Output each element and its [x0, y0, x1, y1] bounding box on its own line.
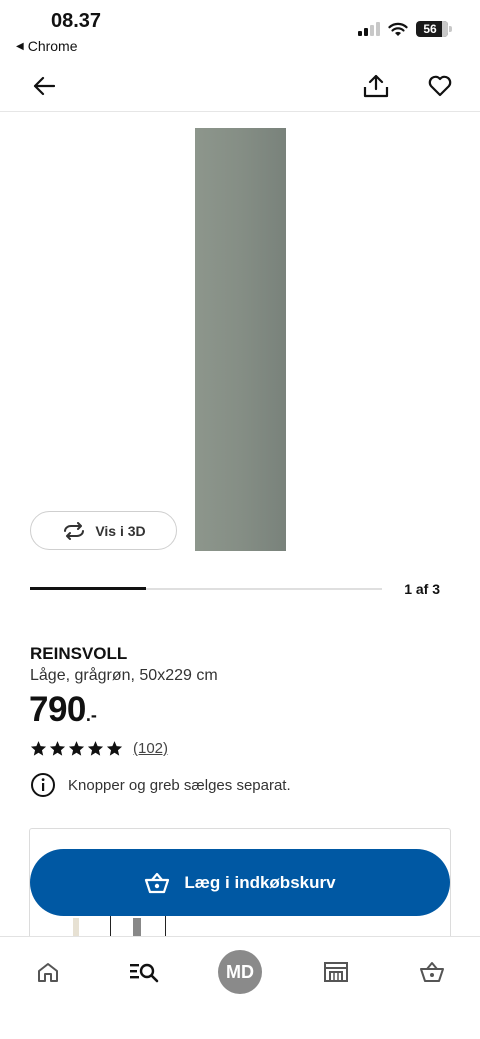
product-description: Låge, grågrøn, 50x229 cm: [30, 667, 218, 684]
price-suffix: .-: [85, 705, 97, 725]
star-icon: [30, 741, 47, 756]
info-icon: [31, 773, 55, 797]
gallery-progress-fill: [30, 587, 147, 590]
status-time: 08.37: [51, 10, 102, 32]
view-3d-label: Vis i 3D: [95, 522, 146, 539]
price-integer: 790: [29, 690, 86, 729]
home-icon: [38, 963, 58, 982]
basket-icon: [145, 872, 170, 893]
product-notice: Knopper og greb sælges separat.: [30, 772, 291, 798]
back-triangle-icon: ◀: [16, 40, 24, 52]
share-icon: [363, 74, 389, 98]
tab-store[interactable]: [308, 947, 364, 997]
basket-icon: [420, 962, 444, 982]
star-icon: [106, 741, 123, 756]
star-icon: [68, 741, 85, 756]
star-icon: [49, 741, 66, 756]
avatar: MD: [218, 950, 262, 994]
notice-text: Knopper og greb sælges separat.: [68, 776, 291, 794]
heart-icon: [428, 75, 452, 97]
top-nav-bar: [0, 60, 480, 112]
arrow-left-icon: [33, 76, 55, 96]
status-icons: 56: [358, 21, 452, 37]
product-price: 790 .-: [29, 690, 97, 730]
star-icon: [87, 741, 104, 756]
store-icon: [324, 962, 348, 982]
search-list-icon: [130, 963, 159, 983]
tab-home[interactable]: [20, 947, 76, 997]
status-bar: 08.37 ◀ Chrome 56: [0, 0, 480, 60]
back-to-app-link[interactable]: ◀ Chrome: [16, 38, 78, 54]
rotate-icon: [64, 521, 85, 540]
product-name: REINSVOLL: [30, 644, 128, 663]
tab-profile[interactable]: MD: [212, 947, 268, 997]
battery-level: 56: [423, 22, 437, 36]
battery-icon: 56: [416, 21, 452, 37]
view-3d-button[interactable]: Vis i 3D: [30, 511, 177, 550]
tab-basket[interactable]: [404, 947, 460, 997]
gallery-counter: 1 af 3: [404, 581, 440, 597]
gallery-progress: [30, 587, 382, 590]
tab-search[interactable]: [116, 947, 172, 997]
add-to-cart-button[interactable]: Læg i indkøbskurv: [30, 849, 450, 916]
add-to-cart-label: Læg i indkøbskurv: [184, 872, 336, 892]
share-button[interactable]: [360, 70, 392, 102]
product-image[interactable]: [195, 128, 286, 551]
wifi-icon: [388, 22, 408, 36]
back-button[interactable]: [28, 70, 60, 102]
favorite-button[interactable]: [424, 70, 456, 102]
back-app-label: Chrome: [27, 38, 78, 54]
related-product-thumbnail: [110, 914, 166, 936]
review-count-link[interactable]: (102): [133, 740, 168, 757]
related-product-thumbnail: [73, 918, 79, 936]
bottom-tab-bar: MD: [0, 936, 480, 1039]
product-rating[interactable]: (102): [30, 740, 168, 757]
cellular-signal-icon: [358, 22, 380, 36]
